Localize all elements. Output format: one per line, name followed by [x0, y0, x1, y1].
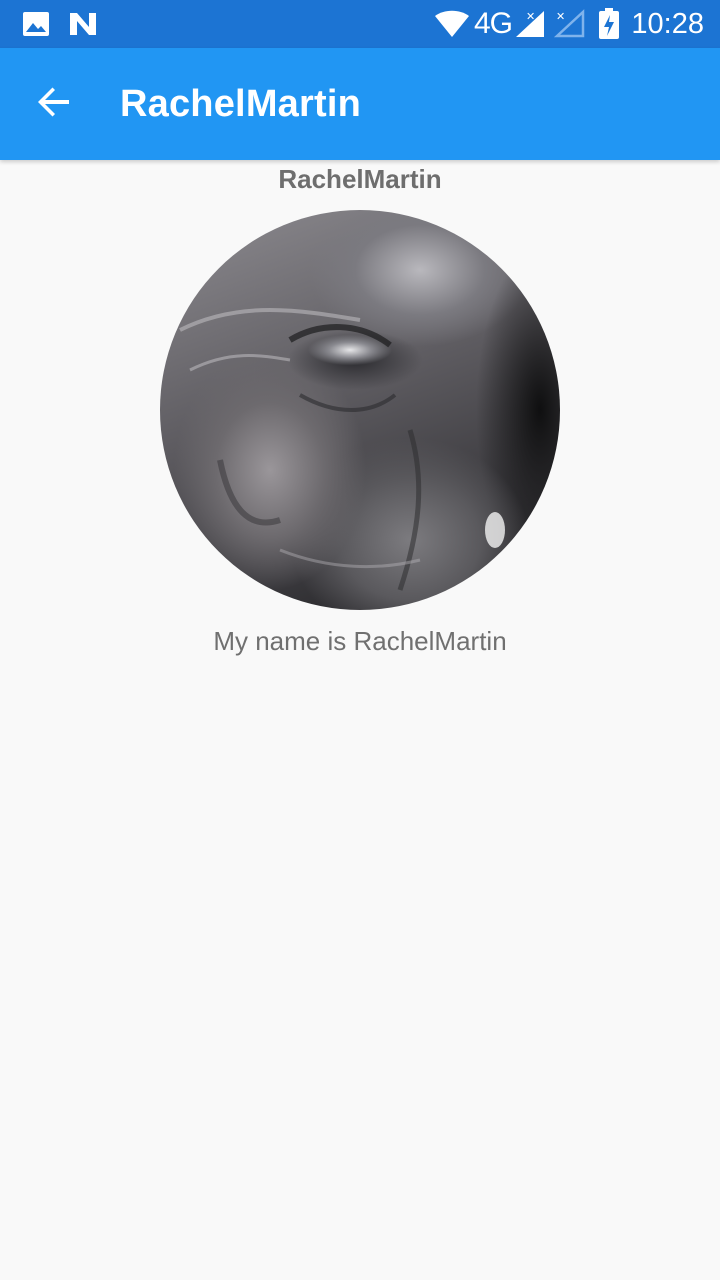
profile-avatar	[160, 210, 560, 610]
status-bar: 4G ✕ ✕ 10:28	[0, 0, 720, 48]
signal-icon: ✕	[514, 0, 548, 48]
gallery-icon	[22, 0, 50, 48]
app-bar: RachelMartin	[0, 48, 720, 160]
signal-no-sim-icon: ✕	[554, 0, 588, 48]
arrow-back-icon	[36, 84, 72, 125]
profile-heading: RachelMartin	[278, 164, 442, 194]
battery-charging-icon	[598, 0, 620, 48]
wifi-icon	[434, 0, 470, 48]
app-bar-title: RachelMartin	[120, 82, 362, 125]
network-type-label: 4G	[474, 7, 513, 40]
status-time: 10:28	[631, 7, 704, 40]
back-button[interactable]	[22, 72, 86, 136]
svg-text:✕: ✕	[556, 10, 565, 23]
svg-text:✕: ✕	[526, 10, 535, 23]
profile-description: My name is RachelMartin	[213, 626, 507, 656]
n-notification-icon	[68, 0, 98, 48]
